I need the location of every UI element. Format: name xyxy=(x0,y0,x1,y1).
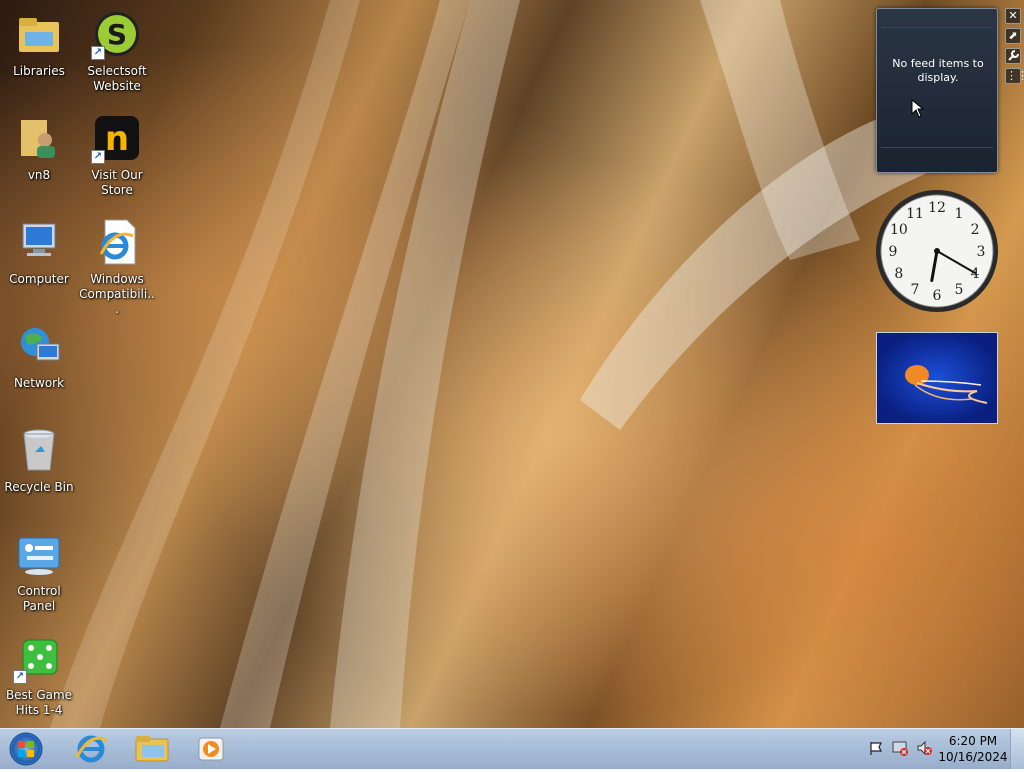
best-game-hits-desktop-icon[interactable]: ↗ Best Game Hits 1-4 xyxy=(0,630,78,728)
clock-numeral: 10 xyxy=(890,222,908,238)
show-desktop-button[interactable] xyxy=(1010,729,1024,769)
internet-explorer-icon xyxy=(75,735,108,763)
icon-label: Network xyxy=(13,376,65,390)
internet-explorer-page-icon xyxy=(93,218,141,266)
clock-numeral: 12 xyxy=(928,200,946,216)
mouse-cursor-icon xyxy=(911,99,925,118)
visit-our-store-desktop-icon[interactable]: n ↗ Visit Our Store xyxy=(78,110,156,208)
clock-numeral: 1 xyxy=(955,206,964,222)
clock-numeral: 9 xyxy=(889,244,898,260)
icon-label: Libraries xyxy=(13,64,65,78)
computer-icon xyxy=(15,218,63,266)
clock-numeral: 6 xyxy=(933,288,942,304)
volume-muted-icon[interactable] xyxy=(916,740,932,756)
clock-gadget[interactable]: 12 1 2 3 4 5 6 7 8 9 10 11 xyxy=(874,188,1000,314)
store-logo-icon: n ↗ xyxy=(91,114,141,164)
clock-numeral: 8 xyxy=(894,266,903,282)
recycle-bin-desktop-icon[interactable]: Recycle Bin xyxy=(0,422,78,520)
clock-numeral: 11 xyxy=(906,206,924,222)
icon-label: Selectsoft Website xyxy=(87,64,147,93)
libraries-desktop-icon[interactable]: Libraries xyxy=(0,6,78,104)
wrench-icon xyxy=(1008,50,1019,61)
icon-label: Best Game Hits 1-4 xyxy=(5,688,73,717)
user-folder-icon xyxy=(15,114,63,162)
icon-label: Windows Compatibili... xyxy=(79,272,155,316)
clock-numeral: 3 xyxy=(977,244,986,260)
icon-label: Visit Our Store xyxy=(91,168,143,197)
network-icon xyxy=(15,322,63,370)
dice-icon: ↗ xyxy=(13,634,63,684)
windows-compatibility-desktop-icon[interactable]: Windows Compatibili... xyxy=(78,214,156,316)
vn8-desktop-icon[interactable]: vn8 xyxy=(0,110,78,208)
jellyfish-picture xyxy=(905,365,988,404)
taskbar-date: 10/16/2024 xyxy=(938,750,1008,764)
slideshow-gadget[interactable] xyxy=(876,332,998,424)
media-player-icon xyxy=(198,737,224,761)
network-desktop-icon[interactable]: Network xyxy=(0,318,78,416)
taskbar-internet-explorer-button[interactable] xyxy=(62,731,120,767)
shortcut-arrow-icon: ↗ xyxy=(91,150,105,164)
svg-text:n: n xyxy=(105,119,129,159)
taskbar-windows-explorer-button[interactable] xyxy=(122,731,180,767)
clock-numeral: 7 xyxy=(911,282,920,298)
gadget-footer-divider xyxy=(881,147,993,148)
icon-label: Computer xyxy=(9,272,69,286)
icon-label: Recycle Bin xyxy=(4,480,74,494)
taskbar: 6:20 PM 10/16/2024 xyxy=(0,728,1024,769)
gadget-drag-handle[interactable]: ⋮⋮ xyxy=(1005,68,1024,84)
clock-numeral: 2 xyxy=(971,222,980,238)
feed-empty-message: No feed items to display. xyxy=(892,57,984,84)
clock-numeral: 5 xyxy=(955,282,964,298)
control-panel-icon xyxy=(15,530,63,578)
action-center-flag-icon[interactable] xyxy=(868,740,884,756)
computer-desktop-icon[interactable]: Computer xyxy=(0,214,78,312)
icon-label: vn8 xyxy=(27,168,51,182)
feed-headlines-gadget[interactable]: No feed items to display. xyxy=(876,8,998,173)
start-button[interactable] xyxy=(4,730,48,768)
taskbar-media-player-button[interactable] xyxy=(182,731,240,767)
selectsoft-logo-icon: S ↗ xyxy=(91,10,141,60)
gadget-controls: ✕ ⬈ ⋮⋮ xyxy=(1004,8,1024,88)
gadget-header-divider xyxy=(881,27,993,28)
gadget-options-button[interactable] xyxy=(1005,48,1021,64)
gadget-size-button[interactable]: ⬈ xyxy=(1005,28,1021,44)
shortcut-arrow-icon: ↗ xyxy=(13,670,27,684)
clock-numeral: 4 xyxy=(971,266,980,282)
taskbar-time: 6:20 PM xyxy=(948,734,998,748)
taskbar-clock[interactable]: 6:20 PM 10/16/2024 xyxy=(938,733,1008,765)
gadget-close-button[interactable]: ✕ xyxy=(1005,8,1021,24)
icon-label: Control Panel xyxy=(17,584,61,613)
control-panel-desktop-icon[interactable]: Control Panel xyxy=(0,526,78,624)
network-disconnected-icon[interactable] xyxy=(892,740,908,756)
svg-text:S: S xyxy=(107,18,127,51)
selectsoft-website-desktop-icon[interactable]: S ↗ Selectsoft Website xyxy=(78,6,156,104)
shortcut-arrow-icon: ↗ xyxy=(91,46,105,60)
recycle-bin-icon xyxy=(15,426,63,474)
libraries-icon xyxy=(15,10,63,58)
windows-explorer-icon xyxy=(135,736,169,762)
